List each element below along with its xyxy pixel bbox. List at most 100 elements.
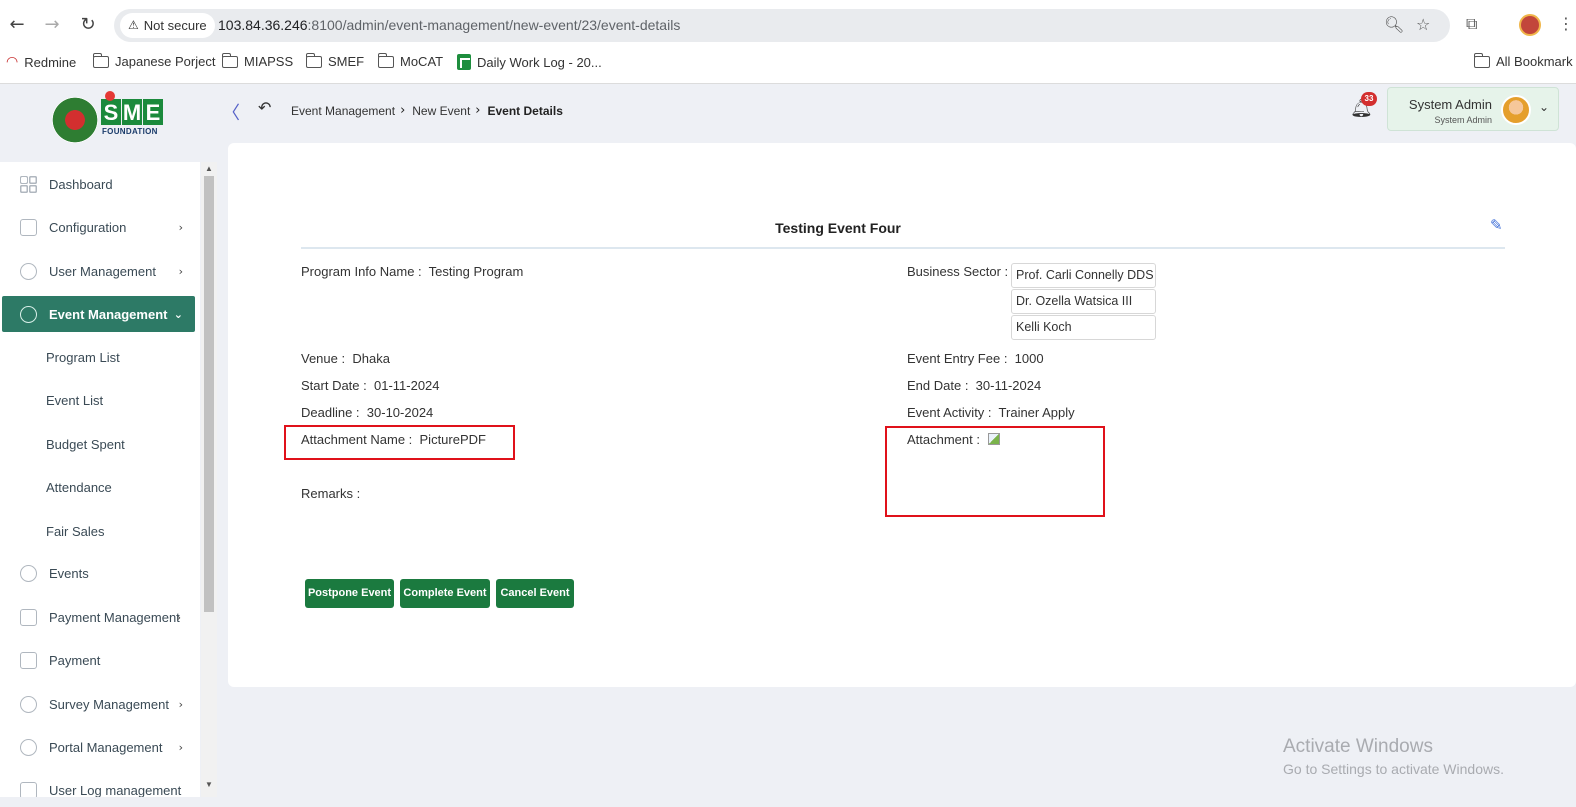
bookmark-smef[interactable]: SMEF bbox=[305, 52, 364, 69]
url-text[interactable]: 103.84.36.246:8100/admin/event-managemen… bbox=[218, 17, 680, 33]
menu-dots-icon[interactable]: ⋮ bbox=[1558, 14, 1574, 33]
chevron-right-icon: › bbox=[400, 103, 406, 118]
bookmark-japanese-project[interactable]: Japanese Porject bbox=[92, 52, 215, 69]
sidebar-item-user-log-management[interactable]: User Log management bbox=[2, 772, 195, 797]
breadcrumb-event-details: Event Details bbox=[487, 103, 563, 118]
event-icon bbox=[20, 305, 37, 323]
portal-icon bbox=[20, 738, 37, 756]
scroll-up-arrow-icon[interactable]: ▲ bbox=[205, 164, 213, 173]
sidebar-item-survey-management[interactable]: Survey Management › bbox=[2, 686, 195, 722]
chevron-right-icon: › bbox=[178, 697, 183, 711]
extensions-icon[interactable]: ⧉ bbox=[1466, 14, 1477, 34]
sidebar-subitem-attendance[interactable]: Attendance bbox=[46, 480, 112, 495]
security-label: Not secure bbox=[143, 18, 207, 33]
chevron-down-icon: ⌄ bbox=[173, 307, 183, 321]
cancel-event-button[interactable]: Cancel Event bbox=[496, 579, 574, 608]
folder-icon bbox=[92, 52, 109, 68]
breadcrumb-new-event[interactable]: New Event bbox=[412, 104, 470, 118]
bookmark-redmine[interactable]: ◠ Redmine bbox=[6, 54, 76, 70]
deadline-field: Deadline : 30-10-2024 bbox=[301, 405, 434, 420]
remarks-field: Remarks : bbox=[301, 486, 361, 501]
chevron-right-icon: › bbox=[475, 103, 481, 118]
highlight-attachment-name bbox=[284, 425, 515, 460]
sidebar-item-dashboard[interactable]: Dashboard bbox=[2, 166, 195, 202]
sidebar: Dashboard Configuration › User Managemen… bbox=[0, 162, 200, 797]
sidebar-item-configuration[interactable]: Configuration › bbox=[2, 209, 195, 245]
folder-icon bbox=[1473, 52, 1490, 68]
security-chip[interactable]: ⚠ Not secure bbox=[120, 13, 215, 38]
business-sector-item: Kelli Koch bbox=[1011, 315, 1156, 340]
chevron-right-icon: › bbox=[178, 220, 183, 234]
sidebar-subitem-budget-spent[interactable]: Budget Spent bbox=[46, 437, 125, 452]
bookmark-miapss[interactable]: MIAPSS bbox=[221, 52, 293, 69]
postpone-event-button[interactable]: Postpone Event bbox=[305, 579, 394, 608]
program-info-field: Program Info Name : Testing Program bbox=[301, 264, 524, 279]
user-shield-icon bbox=[20, 262, 37, 280]
logo-dot bbox=[105, 91, 115, 101]
business-sector-item: Prof. Carli Connelly DDS bbox=[1011, 263, 1156, 288]
highlight-attachment bbox=[885, 426, 1105, 517]
business-sector-label: Business Sector : bbox=[907, 264, 1009, 279]
sidebar-item-events[interactable]: Events bbox=[2, 555, 195, 591]
sidebar-item-portal-management[interactable]: Portal Management › bbox=[2, 729, 195, 765]
sidebar-subitem-fair-sales[interactable]: Fair Sales bbox=[46, 524, 105, 539]
venue-field: Venue : Dhaka bbox=[301, 351, 390, 366]
complete-event-button[interactable]: Complete Event bbox=[400, 579, 490, 608]
survey-chart-icon bbox=[20, 695, 37, 713]
address-bar[interactable]: ⚠ Not secure 103.84.36.246:8100/admin/ev… bbox=[114, 9, 1450, 42]
star-icon[interactable]: ☆ bbox=[1416, 15, 1430, 34]
folder-icon bbox=[377, 52, 394, 68]
zoom-icon[interactable]: 🔍︎ bbox=[1384, 15, 1404, 34]
user-name: System Admin bbox=[1408, 97, 1492, 112]
user-log-icon bbox=[20, 781, 37, 797]
folder-icon bbox=[305, 52, 322, 68]
chevron-right-icon: › bbox=[178, 740, 183, 754]
sidebar-item-payment[interactable]: Payment bbox=[2, 642, 195, 678]
folder-icon bbox=[221, 52, 238, 68]
events-icon bbox=[20, 564, 37, 582]
entry-fee-field: Event Entry Fee : 1000 bbox=[907, 351, 1044, 366]
forward-arrow-icon[interactable]: → bbox=[41, 14, 63, 36]
logo-foundation-text: FOUNDATION bbox=[102, 127, 158, 136]
event-details-card: Testing Event Four ✎ Program Info Name :… bbox=[228, 143, 1576, 687]
bookmark-daily-work-log[interactable]: Daily Work Log - 20... bbox=[457, 54, 602, 70]
breadcrumb: Event Management › New Event › Event Det… bbox=[291, 103, 563, 118]
user-menu[interactable]: System Admin System Admin ⌄ bbox=[1387, 87, 1559, 131]
breadcrumb-event-management[interactable]: Event Management bbox=[291, 104, 395, 118]
scroll-thumb[interactable] bbox=[204, 176, 214, 612]
start-date-field: Start Date : 01-11-2024 bbox=[301, 378, 440, 393]
govt-emblem-logo bbox=[52, 97, 98, 143]
back-arrow-icon[interactable]: ← bbox=[6, 14, 28, 36]
reload-icon[interactable]: ↻ bbox=[77, 14, 99, 36]
dashboard-icon bbox=[20, 175, 37, 193]
undo-back-icon[interactable]: ↶ bbox=[258, 98, 271, 117]
warning-icon: ⚠ bbox=[128, 18, 139, 32]
business-sector-item: Dr. Ozella Watsica III bbox=[1011, 289, 1156, 314]
chevron-right-icon: › bbox=[178, 264, 183, 278]
profile-avatar-icon[interactable] bbox=[1519, 14, 1541, 36]
payment-icon bbox=[20, 651, 37, 669]
sidebar-item-event-management[interactable]: Event Management ⌄ bbox=[2, 296, 195, 332]
sidebar-item-payment-management[interactable]: Payment Management › bbox=[2, 599, 195, 635]
event-title: Testing Event Four bbox=[775, 220, 901, 236]
title-divider bbox=[301, 247, 1505, 249]
chevron-right-icon: › bbox=[176, 610, 181, 624]
sidebar-collapse-icon[interactable]: 〈 bbox=[222, 99, 240, 125]
sidebar-subitem-program-list[interactable]: Program List bbox=[46, 350, 120, 365]
redmine-icon: ◠ bbox=[6, 54, 19, 70]
edit-icon[interactable]: ✎ bbox=[1490, 217, 1506, 233]
user-role: System Admin bbox=[1434, 115, 1492, 125]
sme-foundation-logo[interactable]: SME FOUNDATION bbox=[101, 91, 163, 136]
notification-badge: 33 bbox=[1361, 92, 1377, 106]
end-date-field: End Date : 30-11-2024 bbox=[907, 378, 1042, 393]
payment-management-icon bbox=[20, 608, 37, 626]
bookmark-mocat[interactable]: MoCAT bbox=[377, 52, 443, 69]
chevron-down-icon: ⌄ bbox=[1539, 100, 1550, 114]
configuration-icon bbox=[20, 218, 37, 236]
sidebar-subitem-event-list[interactable]: Event List bbox=[46, 393, 103, 408]
sidebar-scrollbar[interactable]: ▲ ▼ bbox=[201, 162, 217, 797]
sidebar-item-user-management[interactable]: User Management › bbox=[2, 253, 195, 289]
event-activity-field: Event Activity : Trainer Apply bbox=[907, 405, 1075, 420]
scroll-down-arrow-icon[interactable]: ▼ bbox=[205, 780, 213, 789]
bookmark-all[interactable]: All Bookmark bbox=[1473, 52, 1573, 69]
